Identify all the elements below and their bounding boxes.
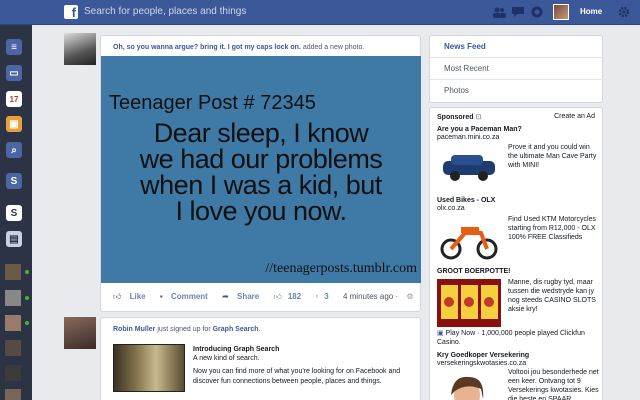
post-author-avatar[interactable] — [64, 317, 96, 349]
audience-icon[interactable]: ⚙ — [406, 292, 413, 301]
friend-avatar[interactable] — [5, 315, 21, 331]
photo-title: Teenager Post # 72345 — [109, 92, 316, 114]
ad-domain[interactable]: paceman.mini.co.za — [437, 134, 499, 141]
graph-search-link[interactable]: Graph Search — [213, 326, 259, 333]
home-link[interactable]: Home — [580, 7, 602, 16]
online-status-icon — [25, 321, 29, 325]
sponsored-icon: ⊡ — [475, 114, 482, 121]
ad-title[interactable]: Kry Goedkoper Versekering — [437, 352, 529, 359]
link-description: Now you can find more of what you're loo… — [193, 368, 401, 385]
friend-avatar[interactable] — [5, 340, 21, 356]
ad-domain[interactable]: versekeringskwotasies.co.za — [437, 360, 526, 367]
ads-panel: Sponsored ⊡ Create an Ad Are you a Pacem… — [429, 107, 603, 400]
post-header: Oh, so you wanna argue? bring it. I got … — [113, 44, 364, 51]
ad-text: Voltooi jou besonderhede net een keer. O… — [508, 369, 599, 400]
likes-icon: 👍︎ — [273, 292, 282, 301]
left-dock: ≡ ▭ 17 ▣ ⌕ S S ▤ — [0, 25, 32, 400]
like-button[interactable]: 👍︎ Like — [113, 292, 152, 301]
post-header: Robin Muller just signed up for Graph Se… — [113, 326, 261, 333]
post-author-link[interactable]: Oh, so you wanna argue? bring it. I got … — [113, 44, 301, 51]
nav-news-feed[interactable]: News Feed — [444, 42, 486, 51]
photo-line: we had our problems — [139, 144, 383, 174]
photo-credit: //teenagerposts.tumblr.com — [265, 261, 417, 276]
top-bar: f Search for people, places and things H… — [0, 0, 640, 25]
photo-line: I love you now. — [175, 196, 347, 226]
comment-icon: ▪ — [159, 292, 163, 301]
ad-title[interactable]: GROOT BOERPOTTE! — [437, 268, 511, 275]
ad-title[interactable]: Are you a Paceman Man? — [437, 126, 522, 133]
ad-domain[interactable]: olx.co.za — [437, 205, 465, 212]
divider — [430, 79, 603, 80]
messages-icon[interactable]: ▭ — [6, 65, 22, 81]
post-author-link[interactable]: Robin Muller — [113, 326, 155, 333]
photo-line: when I was a kid, but — [140, 170, 382, 200]
photo-line: Dear sleep, I know — [153, 118, 369, 148]
calendar-day: 17 — [9, 94, 19, 104]
link-title[interactable]: Introducing Graph Search — [193, 346, 279, 353]
divider — [430, 57, 603, 58]
post-action-text: added a new photo. — [302, 44, 365, 51]
photos-icon[interactable]: ▣ — [6, 116, 22, 132]
nav-most-recent[interactable]: Most Recent — [444, 64, 489, 73]
friend-avatar[interactable] — [5, 264, 21, 280]
ad-social-context: ▣ Play Now · 1,000,000 people played Cli… — [437, 330, 585, 346]
ad-text: Manne, dis rugby tyd, maar tussen die we… — [508, 279, 596, 313]
comment-button[interactable]: ▪ Comment — [160, 292, 214, 301]
post-timestamp[interactable]: 4 minutes ago · — [343, 292, 398, 301]
comments-icon: ▫ — [315, 292, 319, 301]
share-icon: ➦ — [222, 292, 229, 301]
facebook-logo-icon[interactable]: f — [64, 5, 78, 19]
online-status-icon — [25, 296, 29, 300]
link-subtitle: A new kind of search. — [193, 355, 260, 362]
comments-count[interactable]: ▫ 3 — [315, 292, 334, 301]
create-ad-link[interactable]: Create an Ad — [554, 113, 595, 120]
news-feed-icon[interactable]: ≡ — [6, 39, 22, 55]
friend-avatar[interactable] — [5, 365, 21, 381]
post-card: Oh, so you wanna argue? bring it. I got … — [100, 35, 421, 312]
app-s-icon[interactable]: S — [6, 173, 22, 189]
sponsored-header: Sponsored ⊡ — [437, 114, 482, 121]
online-status-icon — [25, 270, 29, 274]
post-author-avatar[interactable] — [64, 33, 96, 65]
app-icon: ▣ — [437, 330, 444, 337]
ad-text: Find Used KTM Motorcycles starting from … — [508, 216, 596, 241]
ad-text: Prove it and you could win the ultimate … — [508, 144, 597, 169]
post-action-text: just signed up for — [157, 326, 211, 333]
profile-avatar[interactable] — [553, 4, 569, 20]
app-s2-icon[interactable]: S — [6, 205, 22, 221]
ad-slots-image[interactable] — [437, 279, 501, 327]
friends-icon[interactable] — [492, 6, 506, 18]
ad-car-image[interactable] — [437, 143, 501, 191]
gear-icon[interactable] — [618, 6, 630, 18]
nav-photos[interactable]: Photos — [444, 86, 469, 95]
friend-avatar[interactable] — [5, 389, 21, 400]
link-thumbnail[interactable] — [113, 344, 185, 392]
search-icon[interactable]: ⌕ — [6, 142, 22, 158]
like-icon: 👍︎ — [113, 292, 122, 301]
post-actions: 👍︎ Like ▪ Comment ➦ Share 👍︎ 182 ▫ 3 4 min… — [113, 292, 420, 302]
search-input[interactable]: Search for people, places and things — [84, 6, 246, 17]
feed-filter-nav: News Feed Most Recent Photos — [429, 35, 603, 103]
messages-icon[interactable] — [511, 6, 525, 18]
notes-icon[interactable]: ▤ — [6, 231, 22, 247]
post-card: Robin Muller just signed up for Graph Se… — [100, 317, 421, 400]
ad-woman-image[interactable] — [437, 369, 501, 400]
notifications-icon[interactable] — [530, 6, 544, 18]
friend-avatar[interactable] — [5, 290, 21, 306]
ad-title[interactable]: Used Bikes - OLX — [437, 197, 495, 204]
share-button[interactable]: ➦ Share — [222, 292, 265, 301]
likes-count[interactable]: 👍︎ 182 — [273, 292, 307, 301]
post-photo[interactable]: Teenager Post # 72345 Dear sleep, I know… — [101, 56, 421, 283]
ad-bike-image[interactable] — [437, 215, 501, 263]
calendar-icon[interactable]: 17 — [6, 91, 22, 107]
